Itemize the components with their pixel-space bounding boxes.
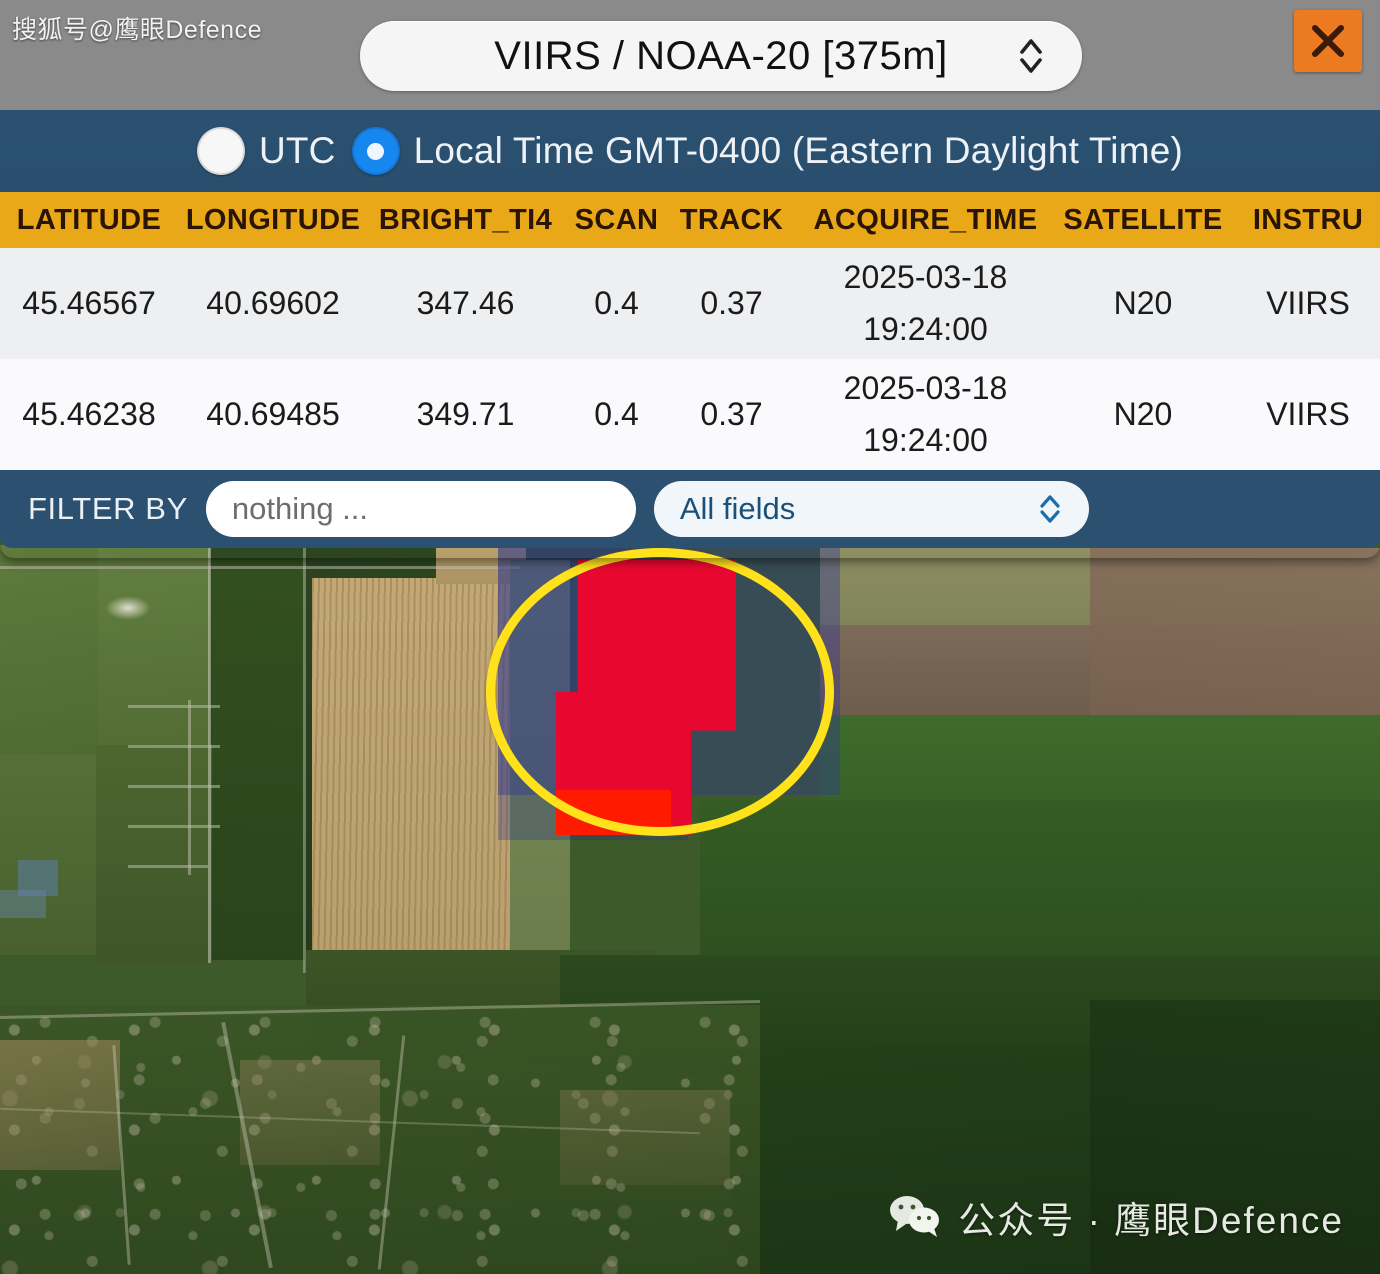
filter-field-select[interactable]: All fields	[653, 481, 1089, 537]
table-header-row: LATITUDE LONGITUDE BRIGHT_TI4 SCAN TRACK…	[0, 192, 1380, 248]
panel-toolbar: 搜狐号@鹰眼Defence VIIRS / NOAA-20 [375m]	[0, 0, 1380, 110]
acquire-clock: 19:24:00	[863, 421, 988, 458]
cell-instrument: VIIRS	[1266, 285, 1350, 321]
acquire-date: 2025-03-18	[843, 258, 1008, 295]
acquire-clock: 19:24:00	[863, 310, 988, 347]
sohu-watermark: 搜狐号@鹰眼Defence	[12, 16, 262, 44]
map-road	[0, 566, 520, 569]
column-header-bright-ti4[interactable]: BRIGHT_TI4	[368, 204, 563, 237]
time-mode-bar: UTC Local Time GMT-0400 (Eastern Dayligh…	[0, 110, 1380, 192]
radio-option-utc[interactable]: UTC	[196, 127, 336, 175]
chevron-updown-icon	[1018, 35, 1044, 77]
cell-longitude: 40.69485	[206, 396, 340, 432]
table-row[interactable]: 45.46238 40.69485 349.71 0.4 0.37 2025-0…	[0, 359, 1380, 470]
map-field-parcel	[0, 545, 100, 760]
cell-acquire-time: 2025-03-18 19:24:00	[793, 253, 1058, 354]
table-row[interactable]: 45.46567 40.69602 347.46 0.4 0.37 2025-0…	[0, 248, 1380, 359]
cell-latitude: 45.46567	[22, 285, 156, 321]
column-header-track[interactable]: TRACK	[670, 204, 793, 237]
cell-longitude: 40.69602	[206, 285, 340, 321]
filter-input[interactable]	[205, 481, 636, 537]
firms-data-panel: 搜狐号@鹰眼Defence VIIRS / NOAA-20 [375m] UTC…	[0, 0, 1380, 558]
radio-label-utc: UTC	[258, 130, 336, 171]
cell-satellite: N20	[1113, 285, 1173, 321]
time-mode-radio-group: UTC Local Time GMT-0400 (Eastern Dayligh…	[196, 127, 1184, 175]
map-structure	[128, 825, 220, 828]
map-settlement-area	[0, 1040, 120, 1170]
map-structure	[0, 890, 46, 918]
map-road	[303, 548, 306, 973]
wechat-icon	[888, 1193, 942, 1242]
map-plowed-field	[312, 578, 524, 960]
cell-latitude: 45.46238	[22, 396, 156, 432]
map-road	[208, 548, 211, 963]
radio-indicator-local-time[interactable]	[351, 127, 400, 175]
map-structure	[128, 745, 220, 748]
cell-scan: 0.4	[594, 285, 639, 321]
acquire-date: 2025-03-18	[843, 369, 1008, 406]
map-structure	[128, 705, 220, 708]
column-header-acquire-time[interactable]: ACQUIRE_TIME	[793, 204, 1058, 237]
radio-label-local-time: Local Time GMT-0400 (Eastern Daylight Ti…	[413, 130, 1184, 171]
close-icon	[1308, 21, 1348, 61]
cell-bright-ti4: 347.46	[416, 285, 515, 321]
table-body: 45.46567 40.69602 347.46 0.4 0.37 2025-0…	[0, 248, 1380, 470]
wechat-watermark: 公众号 · 鹰眼Defence	[888, 1190, 1344, 1244]
sensor-select[interactable]: VIIRS / NOAA-20 [375m]	[360, 21, 1082, 91]
cell-track: 0.37	[700, 285, 763, 321]
cell-scan: 0.4	[594, 396, 639, 432]
cell-satellite: N20	[1113, 396, 1173, 432]
cell-instrument: VIIRS	[1266, 396, 1350, 432]
filter-by-label: FILTER BY	[28, 491, 188, 526]
column-header-instrument[interactable]: INSTRU	[1228, 204, 1380, 237]
map-field-parcel	[1090, 548, 1380, 728]
sensor-select-value: VIIRS / NOAA-20 [375m]	[494, 33, 948, 78]
column-header-latitude[interactable]: LATITUDE	[0, 204, 178, 237]
filter-field-select-value: All fields	[679, 491, 796, 526]
map-structure	[128, 865, 208, 868]
map-field-parcel	[96, 745, 216, 963]
map-structure	[188, 700, 191, 875]
detection-highlight-ring	[486, 548, 834, 836]
column-header-satellite[interactable]: SATELLITE	[1058, 204, 1228, 237]
cell-track: 0.37	[700, 396, 763, 432]
radio-indicator-utc[interactable]	[196, 127, 245, 175]
map-structure	[128, 785, 220, 788]
map-field-parcel	[98, 548, 213, 748]
radio-option-local-time[interactable]: Local Time GMT-0400 (Eastern Daylight Ti…	[351, 127, 1184, 175]
cell-acquire-time: 2025-03-18 19:24:00	[793, 364, 1058, 465]
column-header-longitude[interactable]: LONGITUDE	[178, 204, 368, 237]
screenshot-root: 搜狐号@鹰眼Defence VIIRS / NOAA-20 [375m] UTC…	[0, 0, 1380, 1274]
map-field-parcel	[212, 560, 317, 960]
map-settlement-area	[240, 1060, 380, 1165]
map-cloud	[105, 596, 151, 620]
chevron-updown-icon	[1039, 492, 1061, 526]
wechat-watermark-text: 公众号 · 鹰眼Defence	[958, 1200, 1344, 1241]
filter-bar: FILTER BY All fields	[0, 470, 1380, 548]
column-header-scan[interactable]: SCAN	[563, 204, 670, 237]
map-field-parcel	[0, 755, 105, 955]
cell-bright-ti4: 349.71	[416, 396, 515, 432]
map-settlement-area	[560, 1090, 730, 1185]
close-button[interactable]	[1294, 10, 1362, 72]
